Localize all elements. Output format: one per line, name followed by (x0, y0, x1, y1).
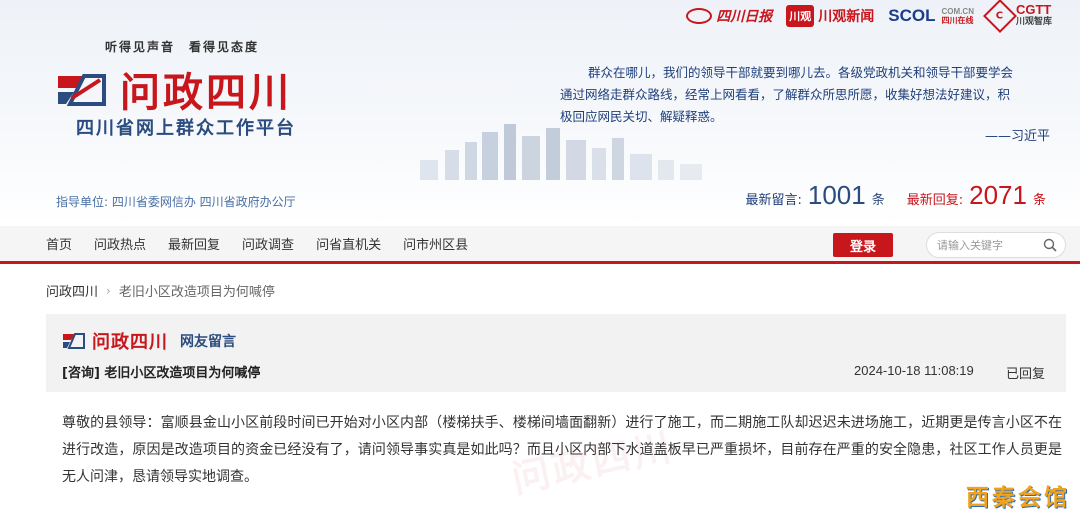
chuanguan-badge-icon: 川观 (786, 5, 815, 27)
site-logo[interactable]: 问政四川 (54, 60, 292, 118)
quote-line: 通过网络走群众路线，经常上网看看，了解群众所思所愿，收集好想法好建议，积 (560, 87, 1011, 102)
latest-replies-count: 2071 (969, 180, 1027, 210)
panel-brand: 问政四川 网友留言 (62, 328, 236, 354)
nav-item-latest-replies[interactable]: 最新回复 (157, 234, 231, 253)
panel-tag: 网友留言 (180, 334, 236, 350)
sichuan-daily-logo[interactable]: 四川日报 (686, 6, 772, 26)
post-status: 已回复 (1006, 367, 1046, 382)
login-button[interactable]: 登录 (833, 233, 893, 257)
search-icon[interactable] (1043, 238, 1057, 252)
breadcrumb-current: 老旧小区改造项目为何喊停 (118, 285, 275, 300)
partner-logos: 四川日报 川观 川观新闻 SCOL COM.CN 四川在线 C CGTT 川观智… (686, 0, 1052, 33)
post-timestamp: 2024-10-18 11:08:19 (854, 363, 974, 378)
quote-line: 极回应网民关切、解疑释惑。 (560, 109, 723, 124)
cgtt-diamond-icon: C (983, 0, 1017, 33)
latest-messages-count: 1001 (807, 180, 866, 210)
site-title: 问政四川 (120, 70, 292, 116)
breadcrumb-separator-icon: › (106, 283, 111, 298)
nav-item-home[interactable]: 首页 (0, 234, 83, 253)
post-title: [咨询] 老旧小区改造项目为何喊停 (62, 366, 261, 381)
site-subtitle: 四川省网上群众工作平台 (76, 118, 296, 139)
latest-messages-unit: 条 (871, 193, 885, 208)
search-input[interactable] (937, 238, 1037, 252)
latest-replies-label: 最新回复: (906, 193, 964, 208)
leader-quote: 群众在哪儿，我们的领导干部就要到哪儿去。各级党政机关和领导干部要学会 通过网络走… (560, 62, 1050, 128)
city-skyline-illustration (420, 124, 702, 180)
breadcrumb-home-link[interactable]: 问政四川 (46, 281, 98, 300)
search-box (926, 232, 1066, 258)
nav-item-cities-counties[interactable]: 问市州区县 (392, 234, 479, 253)
nav-item-provincial-agencies[interactable]: 问省直机关 (305, 234, 392, 253)
quote-author: ——习近平 (984, 129, 1050, 144)
page-header: 四川日报 川观 川观新闻 SCOL COM.CN 四川在线 C CGTT 川观智… (0, 0, 1080, 226)
breadcrumb: 问政四川 › 老旧小区改造项目为何喊停 (46, 281, 275, 301)
wenzheng-small-logo-icon (63, 333, 85, 349)
guide-units: 指导单位: 四川省委网信办 四川省政府办公厅 (56, 195, 296, 209)
panel-title: 问政四川 (92, 332, 168, 353)
scol-logo[interactable]: SCOL COM.CN 四川在线 (888, 6, 974, 26)
nav-item-hot-topics[interactable]: 问政热点 (83, 234, 157, 253)
latest-messages-label: 最新留言: (745, 193, 802, 208)
chuanguan-news-logo[interactable]: 川观 川观新闻 (786, 5, 874, 27)
nav-item-surveys[interactable]: 问政调查 (231, 234, 305, 253)
site-slogan: 听得见声音 看得见态度 (105, 40, 260, 54)
quote-line: 群众在哪儿，我们的领导干部就要到哪儿去。各级党政机关和领导干部要学会 (588, 65, 1014, 80)
post-header-panel: 问政四川 网友留言 [咨询] 老旧小区改造项目为何喊停 2024-10-18 1… (46, 314, 1066, 392)
sichuan-daily-seal-icon (686, 8, 713, 24)
message-stats: 最新留言: 1001 条 最新回复: 2071 条 (746, 180, 1047, 211)
main-nav: 首页 问政热点 最新回复 问政调查 问省直机关 问市州区县 登录 (0, 226, 1080, 264)
wenzheng-logo-icon (58, 74, 106, 106)
latest-replies-unit: 条 (1032, 193, 1046, 208)
corner-watermark: 西秦会馆 (966, 485, 1070, 511)
cgtt-logo[interactable]: C CGTT 川观智库 (983, 0, 1052, 33)
post-body: 尊敬的县领导：富顺县金山小区前段时间已开始对小区内部（楼梯扶手、楼梯间墙面翻新）… (62, 415, 1062, 485)
